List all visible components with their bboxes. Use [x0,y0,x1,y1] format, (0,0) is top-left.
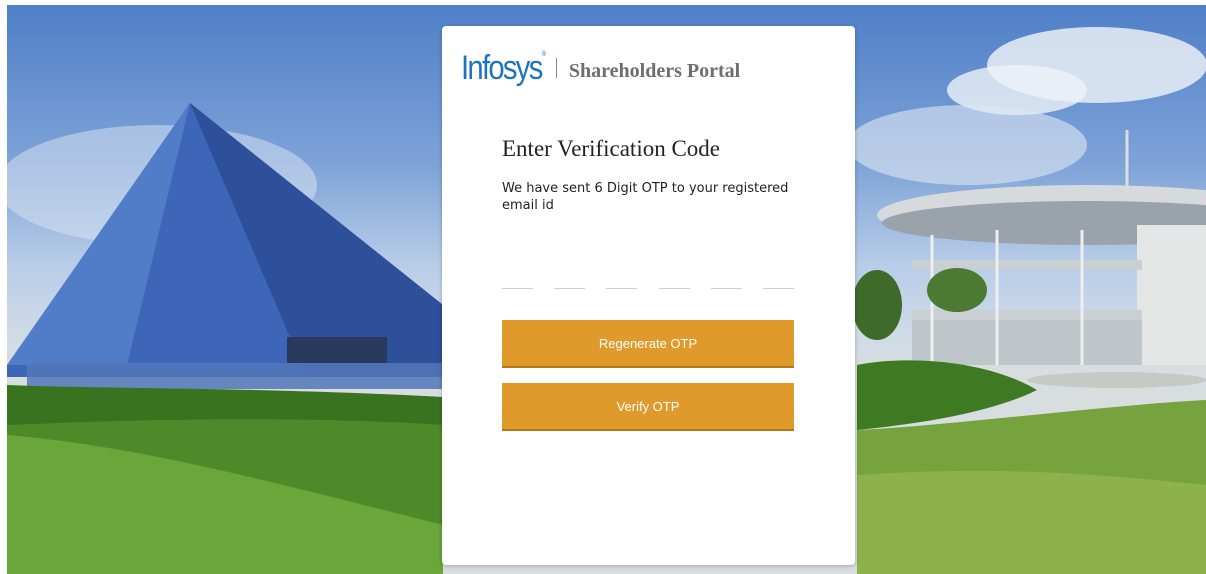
page: Infosys® Shareholders Portal Enter Verif… [0,0,1206,574]
regenerate-otp-button[interactable]: Regenerate OTP [502,320,794,368]
otp-digit-1[interactable] [502,270,533,289]
infosys-logo: Infosys® [461,51,546,85]
otp-card: Infosys® Shareholders Portal Enter Verif… [442,26,855,565]
otp-sent-message: We have sent 6 Digit OTP to your registe… [502,181,789,213]
portal-title: Shareholders Portal [568,59,741,82]
otp-digit-3[interactable] [606,270,638,289]
otp-digit-5[interactable] [710,270,742,289]
verify-otp-button[interactable]: Verify OTP [502,383,794,431]
brand-divider [555,58,557,78]
logo-text: Infosys [461,49,543,87]
otp-digit-6[interactable] [762,270,794,289]
page-title: Enter Verification Code [502,136,721,161]
otp-input-group [502,270,794,290]
logo-registered-mark: ® [541,51,547,58]
brand-header: Infosys® Shareholders Portal [461,46,740,90]
otp-digit-2[interactable] [554,270,586,289]
otp-digit-4[interactable] [658,270,690,289]
